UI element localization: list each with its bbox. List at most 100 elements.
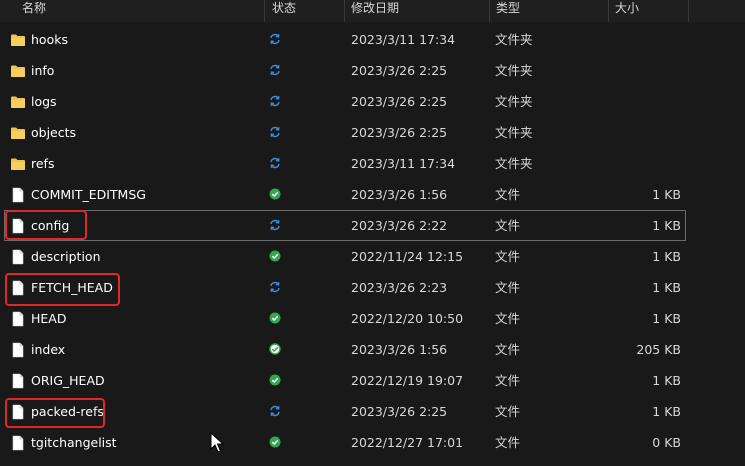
modified-date: 2022/12/27 17:01 — [351, 435, 464, 450]
column-divider[interactable] — [264, 0, 265, 22]
synced-icon — [269, 374, 281, 386]
modified-date: 2023/3/26 2:25 — [351, 63, 448, 78]
list-item[interactable]: objects 2023/3/26 2:25 文件夹 — [0, 117, 686, 148]
file-size: 1 KB — [652, 187, 681, 202]
list-item[interactable]: logs 2023/3/26 2:25 文件夹 — [0, 86, 686, 117]
file-icon — [10, 342, 26, 358]
list-item[interactable]: ORIG_HEAD 2022/12/19 19:07 文件 1 KB — [0, 365, 686, 396]
file-name: info — [31, 63, 55, 78]
synced-outline-icon — [269, 343, 281, 355]
list-item[interactable]: index 2023/3/26 1:56 文件 205 KB — [0, 334, 686, 365]
list-item[interactable]: refs 2023/3/11 17:34 文件夹 — [0, 148, 686, 179]
modified-date: 2023/3/11 17:34 — [351, 156, 456, 171]
column-header-name[interactable]: 名称 — [18, 0, 264, 22]
list-item[interactable]: config 2023/3/26 2:22 文件 1 KB — [4, 210, 686, 241]
list-item[interactable]: description 2022/11/24 12:15 文件 1 KB — [0, 241, 686, 272]
file-name: hooks — [31, 32, 68, 47]
file-size: 1 KB — [652, 218, 681, 233]
file-icon — [10, 187, 26, 203]
column-header-type[interactable]: 类型 — [492, 0, 606, 22]
file-type: 文件 — [495, 249, 521, 264]
file-type: 文件夹 — [495, 94, 533, 109]
folder-icon — [10, 32, 26, 48]
file-icon — [10, 435, 26, 451]
file-name: HEAD — [31, 311, 67, 326]
folder-icon — [10, 63, 26, 79]
file-name: description — [31, 249, 101, 264]
column-divider[interactable] — [344, 0, 345, 22]
file-icon — [10, 311, 26, 327]
column-header-modified[interactable]: 修改日期 — [347, 0, 487, 22]
modified-date: 2023/3/26 2:25 — [351, 404, 448, 419]
file-icon — [10, 249, 26, 265]
list-item[interactable]: COMMIT_EDITMSG 2023/3/26 1:56 文件 1 KB — [0, 179, 686, 210]
file-type: 文件 — [495, 435, 521, 450]
highlight-box — [5, 210, 87, 240]
file-type: 文件夹 — [495, 63, 533, 78]
file-type: 文件 — [495, 280, 521, 295]
column-header-size[interactable]: 大小 — [611, 0, 687, 22]
file-size: 205 KB — [636, 342, 681, 357]
synced-icon — [269, 312, 281, 324]
column-divider[interactable] — [489, 0, 490, 22]
modified-date: 2022/12/20 10:50 — [351, 311, 464, 326]
modified-date: 2023/3/11 17:34 — [351, 32, 456, 47]
file-size: 1 KB — [652, 311, 681, 326]
sync-pending-icon — [269, 95, 281, 107]
folder-icon — [10, 125, 26, 141]
highlight-box — [5, 273, 120, 306]
column-divider[interactable] — [608, 0, 609, 22]
synced-icon — [269, 250, 281, 262]
sync-pending-icon — [269, 281, 281, 293]
file-icon — [10, 373, 26, 389]
modified-date: 2023/3/26 2:25 — [351, 125, 448, 140]
modified-date: 2022/11/24 12:15 — [351, 249, 464, 264]
file-type: 文件 — [495, 373, 521, 388]
modified-date: 2023/3/26 2:22 — [351, 218, 448, 233]
modified-date: 2023/3/26 1:56 — [351, 187, 448, 202]
file-type: 文件 — [495, 187, 521, 202]
column-divider[interactable] — [688, 0, 689, 22]
list-item[interactable]: tgitchangelist 2022/12/27 17:01 文件 0 KB — [0, 427, 686, 458]
highlight-box — [5, 398, 105, 428]
file-type: 文件夹 — [495, 125, 533, 140]
file-size: 1 KB — [652, 373, 681, 388]
file-size: 1 KB — [652, 249, 681, 264]
file-name: COMMIT_EDITMSG — [31, 187, 146, 202]
column-header-bar: 名称 状态 修改日期 类型 大小 — [0, 0, 745, 22]
file-name: objects — [31, 125, 77, 140]
file-name: ORIG_HEAD — [31, 373, 105, 388]
sync-pending-icon — [269, 64, 281, 76]
list-item[interactable]: hooks 2023/3/11 17:34 文件夹 — [0, 24, 686, 55]
modified-date: 2023/3/26 2:23 — [351, 280, 448, 295]
file-size: 1 KB — [652, 280, 681, 295]
list-item[interactable]: HEAD 2022/12/20 10:50 文件 1 KB — [0, 303, 686, 334]
column-header-status[interactable]: 状态 — [268, 0, 344, 22]
file-name: refs — [31, 156, 55, 171]
folder-icon — [10, 94, 26, 110]
file-type: 文件 — [495, 311, 521, 326]
file-type: 文件 — [495, 404, 521, 419]
file-type: 文件 — [495, 342, 521, 357]
modified-date: 2022/12/19 19:07 — [351, 373, 464, 388]
synced-icon — [269, 436, 281, 448]
file-size: 0 KB — [652, 435, 681, 450]
modified-date: 2023/3/26 2:25 — [351, 94, 448, 109]
sync-pending-icon — [269, 126, 281, 138]
synced-icon — [269, 188, 281, 200]
mouse-cursor-icon — [210, 432, 224, 453]
sync-pending-icon — [269, 157, 281, 169]
sync-pending-icon — [269, 33, 281, 45]
file-name: index — [31, 342, 66, 357]
file-type: 文件夹 — [495, 32, 533, 47]
file-size: 1 KB — [652, 404, 681, 419]
file-name: tgitchangelist — [31, 435, 117, 450]
sync-pending-icon — [269, 219, 281, 231]
file-type: 文件夹 — [495, 156, 533, 171]
file-type: 文件 — [495, 218, 521, 233]
folder-icon — [10, 156, 26, 172]
sync-pending-icon — [269, 405, 281, 417]
list-item[interactable]: info 2023/3/26 2:25 文件夹 — [0, 55, 686, 86]
modified-date: 2023/3/26 1:56 — [351, 342, 448, 357]
file-name: logs — [31, 94, 57, 109]
